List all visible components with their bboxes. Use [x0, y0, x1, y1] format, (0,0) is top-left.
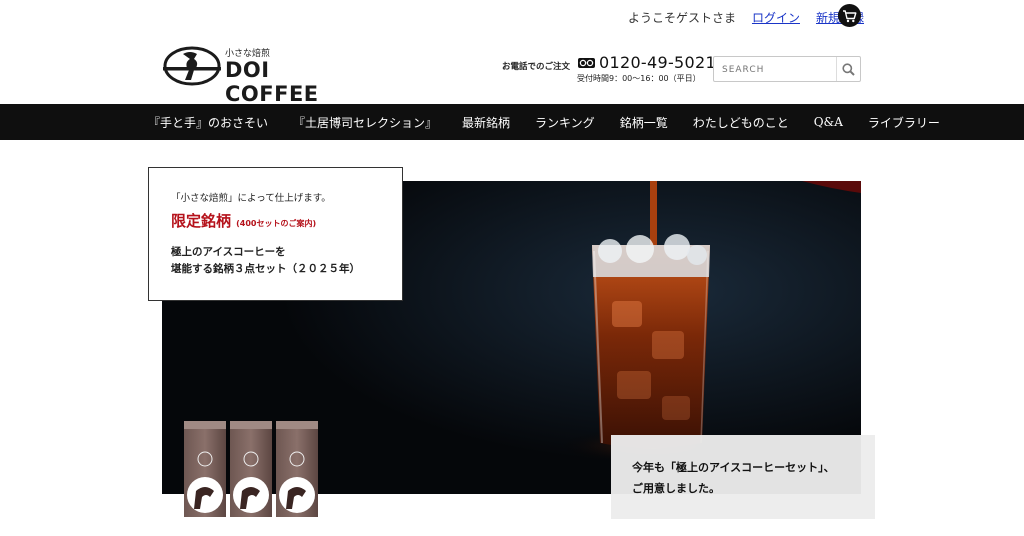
utility-bar: ようこそゲストさま ログイン 新規登録	[628, 6, 864, 28]
search-input[interactable]	[722, 62, 837, 77]
caption-line1: 今年も「極上のアイスコーヒーセット」、	[632, 461, 835, 474]
promo-limited: 限定銘柄 (400セットのご案内)	[171, 210, 316, 231]
nav-item-tetote[interactable]: 『手と手』のおさそい	[148, 114, 268, 131]
main-nav: 『手と手』のおさそい 『土居博司セレクション』 最新銘柄 ランキング 銘柄一覧 …	[0, 104, 1024, 140]
nav-item-new-brands[interactable]: 最新銘柄	[462, 114, 510, 131]
product-packages	[182, 419, 322, 522]
promo-desc-line2: 堪能する銘柄３点セット（２０２５年）	[171, 263, 360, 275]
nav-item-doi-selection[interactable]: 『土居博司セレクション』	[293, 114, 437, 131]
search-button[interactable]	[836, 57, 860, 81]
login-link[interactable]: ログイン	[752, 9, 800, 26]
limited-note: (400セットのご案内)	[236, 219, 317, 228]
nav-item-library[interactable]: ライブラリー	[868, 114, 940, 131]
promo-desc-line1: 極上のアイスコーヒーを	[171, 246, 286, 258]
phone-number[interactable]: 0120-49-5021	[599, 53, 716, 72]
promo-pretext: 「小さな焙煎」によって仕上げます。	[171, 193, 331, 204]
site-logo[interactable]: 小さな焙煎 DOI COFFEE	[163, 44, 353, 106]
limited-label: 限定銘柄	[171, 212, 232, 230]
hero-caption: 今年も「極上のアイスコーヒーセット」、 ご用意しました。	[611, 435, 875, 519]
cart-icon[interactable]	[838, 4, 861, 27]
phone-hours: 受付時間9：00〜16：00（平日）	[577, 74, 701, 83]
greeting-text: ようこそゲストさま	[627, 10, 736, 25]
nav-item-ranking[interactable]: ランキング	[535, 114, 595, 131]
phone-label: お電話でのご注文	[502, 62, 571, 72]
nav-item-about[interactable]: わたしどものこと	[693, 114, 789, 131]
nav-item-brand-list[interactable]: 銘柄一覧	[620, 114, 668, 131]
nav-item-qa[interactable]: Q&A	[814, 115, 843, 129]
free-dial-icon	[578, 58, 595, 68]
logo-name: DOI COFFEE	[225, 58, 319, 106]
promo-description: 極上のアイスコーヒーを 堪能する銘柄３点セット（２０２５年）	[171, 244, 360, 278]
search-icon	[842, 62, 855, 76]
promo-card[interactable]: 「小さな焙煎」によって仕上げます。 限定銘柄 (400セットのご案内) 極上のア…	[148, 167, 403, 301]
caption-line2: ご用意しました。	[632, 482, 720, 495]
search-box	[713, 56, 861, 82]
logo-mark-icon	[163, 46, 221, 86]
coffee-bags-image	[184, 421, 318, 517]
